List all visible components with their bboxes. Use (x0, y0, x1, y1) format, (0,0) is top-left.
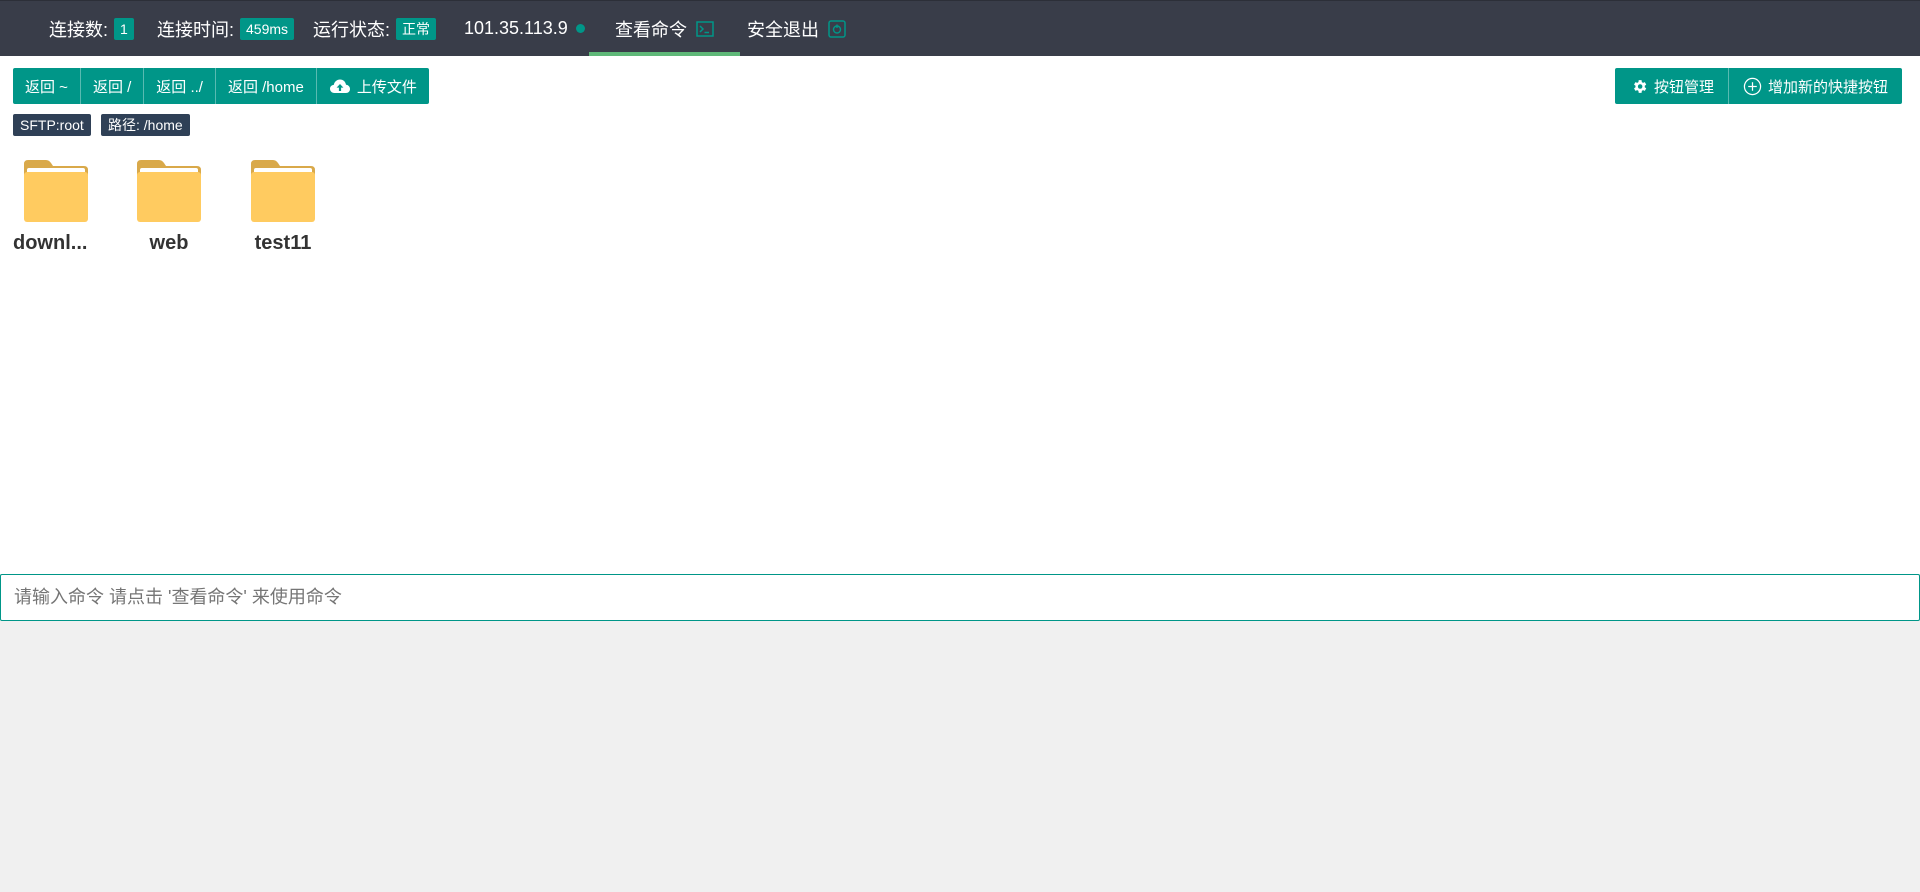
add-shortcut-label: 增加新的快捷按钮 (1768, 78, 1889, 96)
manage-buttons-button[interactable]: 按钮管理 (1615, 68, 1728, 104)
run-status: 运行状态: 正常 (313, 1, 437, 56)
run-status-badge: 正常 (396, 17, 437, 40)
back-home-button[interactable]: 返回 ~ (13, 68, 80, 104)
folder-item[interactable]: downl... (6, 158, 106, 255)
add-shortcut-button[interactable]: 增加新的快捷按钮 (1728, 68, 1902, 104)
sftp-user-tag: SFTP:root (13, 114, 91, 136)
file-browser-panel (0, 56, 1920, 574)
view-command-label: 查看命令 (615, 19, 687, 40)
command-input[interactable] (0, 574, 1920, 621)
folder-icon (233, 158, 333, 224)
folder-item[interactable]: web (119, 158, 219, 255)
nav-button-group: 返回 ~ 返回 / 返回 ../ 返回 /home 上传文件 (13, 68, 429, 104)
shortcut-button-group: 按钮管理 增加新的快捷按钮 (1615, 68, 1903, 104)
terminal-icon (696, 20, 714, 37)
online-status-dot (575, 24, 585, 33)
folder-icon (6, 158, 106, 224)
logout-label: 安全退出 (747, 19, 819, 40)
connection-count: 连接数: 1 (49, 1, 134, 56)
back-home-dir-button[interactable]: 返回 /home (214, 68, 316, 104)
connection-count-badge: 1 (114, 17, 134, 40)
connection-count-label: 连接数: (49, 19, 109, 40)
folder-name: test11 (254, 232, 312, 254)
top-status-bar: 连接数: 1 连接时间: 459ms 运行状态: 正常 101.35.113.9… (0, 0, 1920, 57)
gear-icon (1631, 78, 1648, 95)
upload-file-button[interactable]: 上传文件 (315, 68, 429, 104)
tab-view-command[interactable]: 查看命令 (589, 1, 740, 57)
connection-time-label: 连接时间: (157, 19, 235, 40)
current-path-tag: 路径: /home (101, 114, 190, 136)
power-icon (828, 19, 846, 38)
connection-time: 连接时间: 459ms (157, 1, 295, 56)
host-ip: 101.35.113.9 (464, 1, 585, 56)
logout-button[interactable]: 安全退出 (747, 1, 846, 56)
folder-name: web (149, 232, 189, 254)
back-parent-button[interactable]: 返回 ../ (143, 68, 215, 104)
plus-circle-icon (1743, 77, 1762, 96)
folder-item[interactable]: test11 (233, 158, 333, 255)
cloud-upload-icon (329, 78, 351, 94)
folder-icon (119, 158, 219, 224)
folder-name: downl... (13, 232, 88, 254)
connection-time-badge: 459ms (240, 17, 295, 40)
upload-file-label: 上传文件 (356, 78, 417, 96)
manage-buttons-label: 按钮管理 (1654, 78, 1715, 96)
back-root-button[interactable]: 返回 / (79, 68, 143, 104)
host-ip-text: 101.35.113.9 (464, 18, 568, 38)
run-status-label: 运行状态: (313, 19, 391, 40)
